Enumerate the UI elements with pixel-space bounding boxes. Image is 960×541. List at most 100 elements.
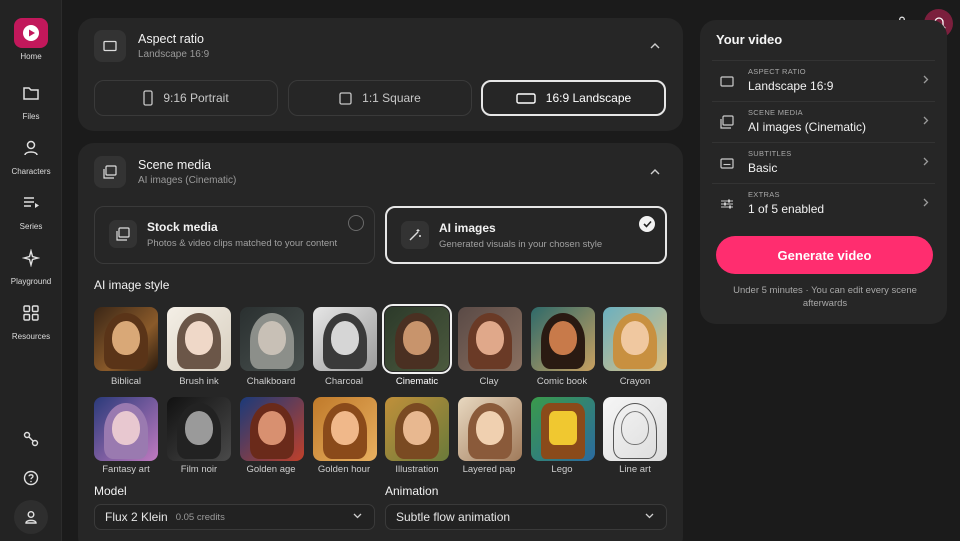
style-comic-book-thumb[interactable] xyxy=(531,307,595,371)
generate-note: Under 5 minutes · You can edit every sce… xyxy=(733,285,917,309)
link-icon[interactable] xyxy=(14,422,48,456)
chevron-right-icon xyxy=(923,116,929,125)
check-icon xyxy=(642,220,652,228)
style-label: Illustration xyxy=(395,464,439,475)
ratio-label: 9:16 Portrait xyxy=(163,91,229,105)
aspect-ratio-title: Aspect ratio xyxy=(138,32,205,46)
sidebar-item-playground[interactable]: Playground xyxy=(0,243,62,286)
row-caption: SUBTITLES xyxy=(748,149,792,158)
sidebar-item-label: Series xyxy=(19,222,43,231)
style-illustration-thumb[interactable] xyxy=(385,397,449,461)
stock-media-icon xyxy=(109,220,137,248)
summary-row-scene-media[interactable]: SCENE MEDIA AI images (Cinematic) xyxy=(712,101,935,141)
landscape-icon xyxy=(516,92,536,104)
sidebar-item-label: Characters xyxy=(11,167,51,176)
style-lego-thumb[interactable] xyxy=(531,397,595,461)
ai-images-option[interactable]: AI images Generated visuals in your chos… xyxy=(385,206,667,264)
sidebar-item-characters[interactable]: Characters xyxy=(0,133,62,176)
scene-media-icon xyxy=(718,114,736,130)
ratio-square-option[interactable]: 1:1 Square xyxy=(288,80,472,116)
animation-select[interactable]: Subtle flow animation xyxy=(385,504,667,530)
style-label: Golden age xyxy=(246,464,296,475)
style-chalkboard-thumb[interactable] xyxy=(240,307,304,371)
option-title: Stock media xyxy=(147,220,218,234)
style-label: Biblical xyxy=(110,376,142,387)
summary-row-extras[interactable]: EXTRAS 1 of 5 enabled xyxy=(712,183,935,223)
sliders-icon xyxy=(718,196,736,212)
chevron-right-icon xyxy=(923,198,929,207)
scene-media-icon xyxy=(94,156,126,188)
style-line-art-thumb[interactable] xyxy=(603,397,667,461)
style-label: Brush ink xyxy=(179,376,219,387)
subtitles-icon xyxy=(718,155,736,171)
style-label: Comic book xyxy=(536,376,588,387)
grid-icon xyxy=(14,298,48,328)
scene-media-title: Scene media xyxy=(138,158,211,172)
style-fantasy-art-thumb[interactable] xyxy=(94,397,158,461)
account-icon[interactable] xyxy=(14,500,48,534)
collapse-chevron-icon[interactable] xyxy=(649,40,661,52)
home-icon xyxy=(14,18,48,48)
collapse-chevron-icon[interactable] xyxy=(649,166,661,178)
sidebar-item-series[interactable]: Series xyxy=(0,188,62,231)
model-label: Model xyxy=(94,484,137,500)
chevron-down-icon xyxy=(353,513,362,519)
summary-title: Your video xyxy=(716,32,783,47)
style-label: Lego xyxy=(551,464,573,475)
animation-label: Animation xyxy=(385,484,449,500)
option-description: Generated visuals in your chosen style xyxy=(439,239,603,250)
style-golden-hour-thumb[interactable] xyxy=(313,397,377,461)
style-label: Cinematic xyxy=(395,376,439,387)
model-credits: 0.05 credits xyxy=(175,511,225,523)
radio-unchecked[interactable] xyxy=(348,215,364,231)
summary-row-aspect-ratio[interactable]: ASPECT RATIO Landscape 16:9 xyxy=(712,60,935,100)
style-golden-age-thumb[interactable] xyxy=(240,397,304,461)
ratio-landscape-option[interactable]: 16:9 Landscape xyxy=(481,80,666,116)
square-icon xyxy=(339,91,352,105)
sidebar-item-files[interactable]: Files xyxy=(0,78,62,121)
model-select[interactable]: Flux 2 Klein 0.05 credits xyxy=(94,504,375,530)
help-icon[interactable] xyxy=(14,461,48,495)
style-label: Golden hour xyxy=(317,464,371,475)
ratio-portrait-option[interactable]: 9:16 Portrait xyxy=(94,80,278,116)
row-value: AI images (Cinematic) xyxy=(748,120,867,134)
sidebar-item-home[interactable]: Home xyxy=(0,18,62,61)
sidebar-item-label: Home xyxy=(20,52,42,61)
ai-image-style-heading: AI image style xyxy=(94,278,170,292)
sidebar-item-label: Resources xyxy=(11,332,51,341)
sidebar-item-resources[interactable]: Resources xyxy=(0,298,62,341)
style-crayon-thumb[interactable] xyxy=(603,307,667,371)
generate-video-button[interactable]: Generate video xyxy=(716,236,933,274)
row-value: 1 of 5 enabled xyxy=(748,202,825,216)
aspect-ratio-icon xyxy=(94,30,126,62)
model-value: Flux 2 Klein xyxy=(105,510,168,524)
row-value: Basic xyxy=(748,161,778,175)
style-biblical-thumb[interactable] xyxy=(94,307,158,371)
list-icon xyxy=(14,188,48,218)
radio-checked[interactable] xyxy=(639,216,655,232)
summary-row-subtitles[interactable]: SUBTITLES Basic xyxy=(712,142,935,182)
sidebar-item-label: Playground xyxy=(10,277,52,286)
row-value: Landscape 16:9 xyxy=(748,79,834,93)
style-brush-ink-thumb[interactable] xyxy=(167,307,231,371)
option-title: AI images xyxy=(439,221,496,235)
stock-media-option[interactable]: Stock media Photos & video clips matched… xyxy=(94,206,375,264)
style-label: Crayon xyxy=(619,376,651,387)
video-summary-panel: Your video ASPECT RATIO Landscape 16:9 S… xyxy=(700,20,947,324)
style-film-noir-thumb[interactable] xyxy=(167,397,231,461)
style-layered-paper-thumb[interactable] xyxy=(458,397,522,461)
row-caption: SCENE MEDIA xyxy=(748,108,803,117)
option-description: Photos & video clips matched to your con… xyxy=(147,238,338,249)
magic-wand-icon xyxy=(401,221,429,249)
chevron-right-icon xyxy=(923,75,929,84)
style-cinematic-thumb[interactable] xyxy=(382,304,452,374)
row-caption: ASPECT RATIO xyxy=(748,67,806,76)
sidebar-item-label: Files xyxy=(22,112,40,121)
style-charcoal-thumb[interactable] xyxy=(313,307,377,371)
person-icon xyxy=(14,133,48,163)
style-label: Line art xyxy=(619,464,651,475)
aspect-ratio-icon xyxy=(718,73,736,89)
chevron-right-icon xyxy=(923,157,929,166)
style-label: Film noir xyxy=(180,464,218,475)
style-clay-thumb[interactable] xyxy=(458,307,522,371)
